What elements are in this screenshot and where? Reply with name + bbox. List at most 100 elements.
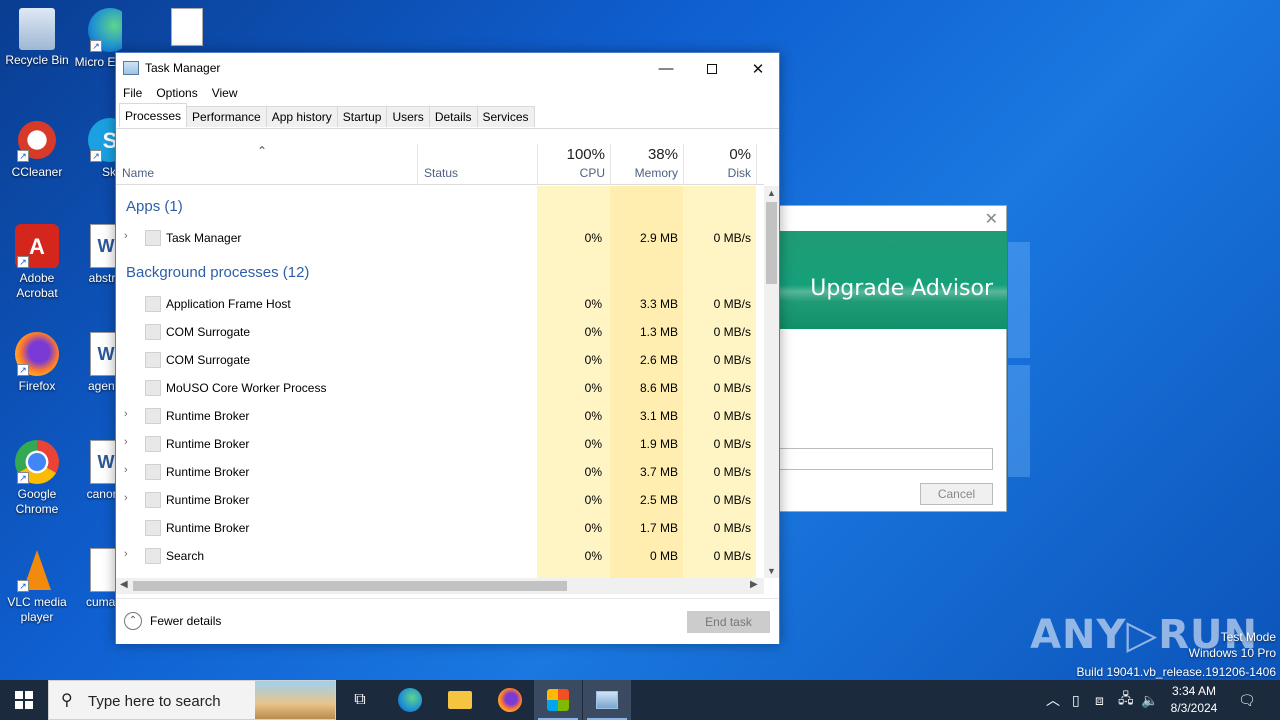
process-row[interactable]: Runtime Broker 0% 1.7 MB 0 MB/s <box>116 514 758 542</box>
vlc-icon: ↗ <box>15 548 59 592</box>
cancel-button[interactable]: Cancel <box>920 483 993 505</box>
column-name[interactable]: Name <box>122 166 154 180</box>
tab-users[interactable]: Users <box>386 106 430 127</box>
process-row[interactable]: › Search 0% 0 MB 0 MB/s <box>116 542 758 570</box>
tab-divider <box>116 128 779 129</box>
process-name: COM Surrogate <box>166 325 251 339</box>
chevron-right-icon[interactable]: › <box>124 436 128 448</box>
edge-icon: ↗ <box>88 8 122 52</box>
tray-device-icon[interactable]: ▯ <box>1072 680 1080 720</box>
chevron-right-icon[interactable]: › <box>124 408 128 420</box>
tab-app-history[interactable]: App history <box>265 106 338 127</box>
column-status[interactable]: Status <box>424 166 458 180</box>
scroll-thumb[interactable] <box>766 202 777 284</box>
desktop-icon-ccleaner[interactable]: ↗ CCleaner <box>0 118 74 180</box>
process-row[interactable]: › Runtime Broker 0% 2.5 MB 0 MB/s <box>116 486 758 514</box>
minimize-button[interactable]: — <box>643 53 689 84</box>
desktop-icon-firefox[interactable]: ↗ Firefox <box>0 332 74 394</box>
tab-details[interactable]: Details <box>428 106 478 127</box>
process-row[interactable]: › Runtime Broker 0% 3.7 MB 0 MB/s <box>116 458 758 486</box>
tab-startup[interactable]: Startup <box>336 106 388 127</box>
upgrade-advisor-window[interactable]: ✕ Upgrade Advisor Cancel <box>760 205 1007 512</box>
ccleaner-icon: ↗ <box>15 118 59 162</box>
image-file-icon <box>171 8 203 46</box>
taskbar-firefox[interactable] <box>486 680 534 720</box>
taskbar-file-explorer[interactable] <box>436 680 484 720</box>
taskbar-search-box[interactable]: ⚲ Type here to search <box>48 680 336 720</box>
process-row[interactable]: › Runtime Broker 0% 3.1 MB 0 MB/s <box>116 402 758 430</box>
scroll-right-icon[interactable]: ▶ <box>750 579 758 590</box>
task-manager-window[interactable]: Task Manager — ✕ File Options View Proce… <box>115 52 780 644</box>
taskbar-task-manager[interactable] <box>583 680 631 720</box>
close-button[interactable]: ✕ <box>735 53 781 84</box>
process-cpu: 0% <box>584 353 602 367</box>
end-task-button[interactable]: End task <box>687 611 770 633</box>
tab-performance[interactable]: Performance <box>186 106 267 127</box>
column-separator[interactable] <box>756 144 757 185</box>
close-icon[interactable]: ✕ <box>985 209 998 229</box>
edge-icon <box>398 688 422 712</box>
column-disk[interactable]: Disk <box>684 166 751 180</box>
process-row[interactable]: › Runtime Broker 0% 1.9 MB 0 MB/s <box>116 430 758 458</box>
chevron-up-icon: ⌃ <box>124 612 142 630</box>
desktop-icon-label: Adobe Acrobat <box>16 271 58 300</box>
title-bar[interactable]: Task Manager — ✕ <box>116 53 779 84</box>
process-icon <box>145 492 161 508</box>
menu-options[interactable]: Options <box>149 84 204 104</box>
taskbar-edge[interactable] <box>386 680 434 720</box>
process-row[interactable]: COM Surrogate 0% 2.6 MB 0 MB/s <box>116 346 758 374</box>
scroll-left-icon[interactable]: ◀ <box>120 579 128 590</box>
task-view-button[interactable]: ⧉ <box>336 680 384 720</box>
desktop-icon-acrobat[interactable]: A ↗ Adobe Acrobat <box>0 224 74 301</box>
clock[interactable]: 3:34 AM 8/3/2024 <box>1160 683 1228 717</box>
scroll-down-icon[interactable]: ▼ <box>767 566 776 576</box>
chevron-right-icon[interactable]: › <box>124 492 128 504</box>
process-row[interactable]: Application Frame Host 0% 3.3 MB 0 MB/s <box>116 290 758 318</box>
desktop-icon-label: VLC media player <box>7 595 67 624</box>
maximize-button[interactable] <box>689 53 735 84</box>
scroll-thumb[interactable] <box>133 581 567 591</box>
desktop-icon-label: Recycle Bin <box>5 53 69 67</box>
column-cpu[interactable]: CPU <box>538 166 605 180</box>
process-icon <box>145 230 161 246</box>
chevron-right-icon[interactable]: › <box>124 464 128 476</box>
process-memory: 3.3 MB <box>639 297 678 311</box>
desktop-icon-vlc[interactable]: ↗ VLC media player <box>0 548 74 625</box>
chevron-right-icon[interactable]: › <box>124 230 128 242</box>
scroll-up-icon[interactable]: ▲ <box>767 188 776 198</box>
chevron-right-icon[interactable]: › <box>124 548 128 560</box>
process-icon <box>145 408 161 424</box>
fewer-details-label: Fewer details <box>150 614 222 628</box>
clock-date: 8/3/2024 <box>1170 701 1218 715</box>
vertical-scrollbar[interactable]: ▲ ▼ <box>764 186 779 578</box>
desktop-icon-recycle-bin[interactable]: Recycle Bin <box>0 8 74 68</box>
show-hidden-icons-button[interactable]: ︿ <box>1046 680 1060 720</box>
taskbar: ⚲ Type here to search ⧉ ︿ ▯ ⧈ 🖧 🔈 3:34 A… <box>0 680 1280 720</box>
fewer-details-button[interactable]: ⌃ Fewer details <box>124 612 221 630</box>
menu-view[interactable]: View <box>205 84 245 104</box>
tab-processes[interactable]: Processes <box>119 103 188 127</box>
process-row[interactable]: COM Surrogate 0% 1.3 MB 0 MB/s <box>116 318 758 346</box>
tab-services[interactable]: Services <box>476 106 535 127</box>
column-separator[interactable] <box>417 144 418 185</box>
taskbar-upgrade-advisor[interactable] <box>534 680 582 720</box>
menu-file[interactable]: File <box>116 84 149 104</box>
process-cpu: 0% <box>584 409 602 423</box>
tray-volume-icon[interactable]: 🔈 <box>1141 680 1158 720</box>
desktop-icon-image-file[interactable] <box>150 8 224 49</box>
process-cpu: 0% <box>584 521 602 535</box>
desktop-icon-chrome[interactable]: ↗ Google Chrome <box>0 440 74 517</box>
group-header[interactable]: Background processes (12) <box>126 264 309 281</box>
group-header[interactable]: Apps (1) <box>126 198 183 215</box>
process-row[interactable]: › Task Manager 0% 2.9 MB 0 MB/s <box>116 224 758 252</box>
action-center-button[interactable]: 🗨 <box>1238 680 1256 720</box>
column-memory[interactable]: Memory <box>611 166 678 180</box>
tray-network-icon[interactable]: 🖧 <box>1118 680 1134 720</box>
process-memory: 0 MB <box>649 549 678 563</box>
clock-time: 3:34 AM <box>1171 684 1217 698</box>
process-name: Runtime Broker <box>166 409 250 423</box>
process-row[interactable]: MoUSO Core Worker Process 0% 8.6 MB 0 MB/s <box>116 374 758 402</box>
start-button[interactable] <box>0 680 48 720</box>
horizontal-scrollbar[interactable]: ◀ ▶ <box>116 578 764 594</box>
tray-meet-icon[interactable]: ⧈ <box>1095 680 1104 720</box>
